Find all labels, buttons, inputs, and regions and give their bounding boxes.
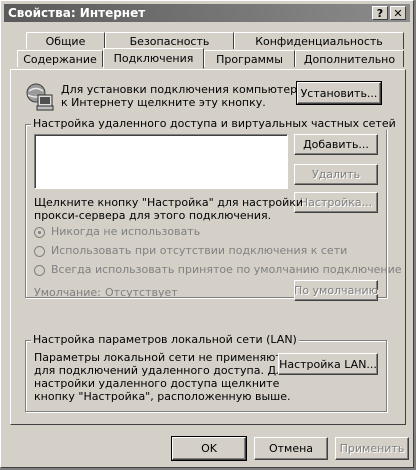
cancel-button[interactable]: Отмена xyxy=(254,437,328,460)
radio-never-dial-label: Никогда не использовать xyxy=(51,225,201,238)
set-default-button[interactable]: По умолчанию xyxy=(294,280,378,301)
radio-always-dial-default[interactable] xyxy=(34,265,45,276)
default-connection-value: Отсутствует xyxy=(105,286,178,299)
title-bar[interactable]: Свойства: Интернет ? ✕ xyxy=(4,4,410,22)
setup-button[interactable]: Установить... xyxy=(296,81,382,105)
dialup-group-label: Настройка удаленного доступа и виртуальн… xyxy=(31,117,398,130)
proxy-hint-line-2: прокси-сервера для этого подключения. xyxy=(34,209,272,222)
radio-dial-when-no-network[interactable] xyxy=(34,246,45,257)
lan-settings-button[interactable]: Настройка LAN... xyxy=(278,353,378,375)
radio-dial-when-no-network-label: Использовать при отсутствии подключения … xyxy=(51,244,348,257)
ok-button[interactable]: OK xyxy=(171,436,247,461)
default-connection-label: Умолчание: xyxy=(34,286,101,299)
lan-text-line-3: настройки удаленного доступа щелкните xyxy=(34,377,280,390)
radio-always-dial-default-label: Всегда использовать принятое по умолчани… xyxy=(51,263,402,276)
lan-text-line-1: Параметры локальной сети не применяются xyxy=(34,351,295,364)
settings-button[interactable]: Настройка... xyxy=(294,192,378,213)
help-button[interactable]: ? xyxy=(372,6,388,20)
tab-privacy[interactable]: Конфиденциальность xyxy=(234,32,404,49)
setup-text-line-2: к Интернету щелкните эту кнопку. xyxy=(61,96,266,109)
connections-list[interactable] xyxy=(34,134,288,189)
tab-general[interactable]: Общие xyxy=(26,32,105,49)
tab-advanced[interactable]: Дополнительно xyxy=(295,50,404,67)
remove-button[interactable]: Удалить xyxy=(294,164,378,185)
tab-programs[interactable]: Программы xyxy=(204,50,295,67)
apply-button[interactable]: Применить xyxy=(335,437,409,460)
add-button[interactable]: Добавить... xyxy=(294,134,378,155)
tab-connections[interactable]: Подключения xyxy=(103,48,204,69)
radio-never-dial[interactable] xyxy=(34,227,45,238)
tab-content[interactable]: Содержание xyxy=(17,50,103,67)
tab-security[interactable]: Безопасность xyxy=(105,32,234,49)
lan-group-label: Настройка параметров локальной сети (LAN… xyxy=(31,333,299,346)
internet-properties-window: Свойства: Интернет ? ✕ Общие Безопасност… xyxy=(0,0,414,468)
lan-text-line-2: для подключений удаленного доступа. Для xyxy=(34,364,290,377)
window-title: Свойства: Интернет xyxy=(8,6,146,20)
proxy-hint-line-1: Щелкните кнопку "Настройка" для настройк… xyxy=(34,196,304,209)
connections-panel: Для установки подключения компьютера к И… xyxy=(10,69,406,425)
close-button[interactable]: ✕ xyxy=(390,6,406,20)
setup-text-line-1: Для установки подключения компьютера xyxy=(61,83,304,96)
lan-text-line-4: кнопку "Настройка", расположенную выше. xyxy=(34,390,291,403)
connection-wizard-icon xyxy=(25,82,55,112)
